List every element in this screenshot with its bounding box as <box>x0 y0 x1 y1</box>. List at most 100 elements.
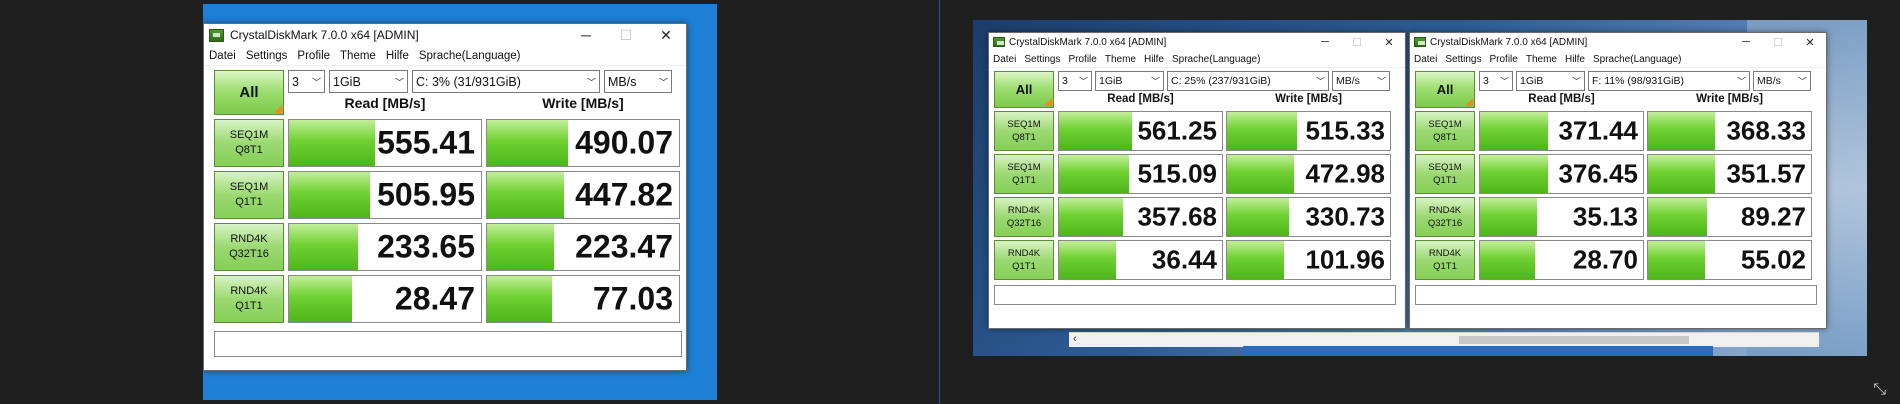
maximize-button[interactable]: ☐ <box>606 24 646 46</box>
menu-hilfe[interactable]: Hilfe <box>381 50 414 62</box>
minimize-button[interactable]: ─ <box>1730 33 1762 51</box>
test-button[interactable]: SEQ1M Q8T1 <box>214 119 284 167</box>
scrollbar-thumb[interactable] <box>1459 336 1689 344</box>
crystaldiskmark-icon <box>209 28 224 42</box>
menu-settings[interactable]: Settings <box>1020 54 1064 65</box>
test-name: RND4K <box>1428 248 1462 259</box>
menu-datei[interactable]: Datei <box>989 54 1020 65</box>
all-button[interactable]: All <box>1415 71 1475 108</box>
menu-theme[interactable]: Theme <box>1522 54 1561 65</box>
test-name: RND4K <box>1428 205 1462 216</box>
drive-select[interactable]: C: 25% (237/931GiB) ﹀ <box>1167 71 1329 91</box>
menu-language[interactable]: Sprache(Language) <box>1168 54 1264 65</box>
menu-datei[interactable]: Datei <box>1410 54 1441 65</box>
horizontal-scrollbar[interactable]: ‹ <box>1069 332 1819 347</box>
test-button[interactable]: RND4K Q32T16 <box>994 197 1054 237</box>
minimize-button[interactable]: ─ <box>566 24 606 46</box>
test-button[interactable]: SEQ1M Q1T1 <box>994 154 1054 194</box>
read-result: 35.13 <box>1479 197 1644 237</box>
comment-field[interactable] <box>1415 285 1817 305</box>
resize-icon[interactable]: ⤡ <box>1873 382 1886 398</box>
test-params: Q1T1 <box>1433 261 1457 272</box>
test-size-select[interactable]: 1GiB ﹀ <box>329 70 408 93</box>
test-button[interactable]: SEQ1M Q8T1 <box>1415 111 1475 151</box>
menu-bar: Datei Settings Profile Theme Hilfe Sprac… <box>204 46 686 66</box>
write-result: 330.73 <box>1226 197 1391 237</box>
title-bar[interactable]: CrystalDiskMark 7.0.0 x64 [ADMIN] ─ ☐ ✕ <box>1410 33 1826 51</box>
benchmark-row: RND4K Q32T16 233.65 223.47 <box>214 223 680 271</box>
write-header: Write [MB/s] <box>1696 93 1763 105</box>
test-name: SEQ1M <box>229 181 269 193</box>
test-button[interactable]: SEQ1M Q1T1 <box>214 171 284 219</box>
write-bar <box>1648 198 1707 236</box>
scroll-left-icon[interactable]: ‹ <box>1073 333 1077 345</box>
all-button[interactable]: All <box>994 71 1054 108</box>
test-button[interactable]: RND4K Q1T1 <box>214 275 284 323</box>
test-size-select[interactable]: 1GiB ﹀ <box>1516 71 1585 91</box>
close-button[interactable]: ✕ <box>1373 33 1405 51</box>
test-button[interactable]: RND4K Q1T1 <box>994 240 1054 280</box>
drive-select[interactable]: C: 3% (31/931GiB) ﹀ <box>412 70 600 93</box>
test-params: Q1T1 <box>1012 175 1036 186</box>
test-count-select[interactable]: 3 ﹀ <box>1479 71 1513 91</box>
comment-field[interactable] <box>214 331 682 357</box>
test-count-select[interactable]: 3 ﹀ <box>1058 71 1092 91</box>
benchmark-row: SEQ1M Q1T1 505.95 447.82 <box>214 171 680 219</box>
menu-theme[interactable]: Theme <box>1101 54 1140 65</box>
crystaldiskmark-icon <box>1414 37 1426 47</box>
drive-select[interactable]: F: 11% (98/931GiB) ﹀ <box>1588 71 1750 91</box>
unit-select[interactable]: MB/s ﹀ <box>1332 71 1390 91</box>
read-value: 357.68 <box>1137 201 1217 232</box>
write-result: 368.33 <box>1647 111 1812 151</box>
read-bar <box>289 276 353 322</box>
maximize-button[interactable]: ☐ <box>1762 33 1794 51</box>
menu-theme[interactable]: Theme <box>335 50 381 62</box>
test-params: Q32T16 <box>1427 218 1463 229</box>
read-value: 505.95 <box>377 176 475 213</box>
read-bar <box>289 172 370 218</box>
minimize-button[interactable]: ─ <box>1309 33 1341 51</box>
test-count-select[interactable]: 3 ﹀ <box>288 70 325 93</box>
crystaldiskmark-icon <box>993 37 1005 47</box>
test-button[interactable]: RND4K Q32T16 <box>214 223 284 271</box>
test-size-select[interactable]: 1GiB ﹀ <box>1095 71 1164 91</box>
read-value: 35.13 <box>1572 201 1638 232</box>
test-button[interactable]: RND4K Q32T16 <box>1415 197 1475 237</box>
test-size-value: 1GiB <box>1520 75 1544 87</box>
read-bar <box>1059 112 1133 150</box>
all-button[interactable]: All <box>214 70 284 115</box>
benchmark-row: SEQ1M Q8T1 371.44 368.33 <box>1415 111 1821 151</box>
crystaldiskmark-window: CrystalDiskMark 7.0.0 x64 [ADMIN] ─ ☐ ✕ … <box>1409 32 1827 329</box>
menu-language[interactable]: Sprache(Language) <box>414 50 526 62</box>
comment-field[interactable] <box>994 285 1396 305</box>
test-button[interactable]: RND4K Q1T1 <box>1415 240 1475 280</box>
title-bar[interactable]: CrystalDiskMark 7.0.0 x64 [ADMIN] ─ ☐ ✕ <box>989 33 1405 51</box>
write-value: 515.33 <box>1305 115 1385 146</box>
title-bar[interactable]: CrystalDiskMark 7.0.0 x64 [ADMIN] ─ ☐ ✕ <box>204 24 686 46</box>
menu-language[interactable]: Sprache(Language) <box>1589 54 1685 65</box>
unit-select[interactable]: MB/s ﹀ <box>1753 71 1811 91</box>
menu-datei[interactable]: Datei <box>204 50 241 62</box>
write-header: Write [MB/s] <box>1275 93 1342 105</box>
read-value: 555.41 <box>377 124 475 161</box>
menu-hilfe[interactable]: Hilfe <box>1561 54 1589 65</box>
menu-profile[interactable]: Profile <box>292 50 335 62</box>
menu-settings[interactable]: Settings <box>241 50 293 62</box>
menu-settings[interactable]: Settings <box>1441 54 1485 65</box>
test-button[interactable]: SEQ1M Q8T1 <box>994 111 1054 151</box>
maximize-button[interactable]: ☐ <box>1341 33 1373 51</box>
read-result: 515.09 <box>1058 154 1223 194</box>
unit-select[interactable]: MB/s ﹀ <box>604 70 672 93</box>
menu-profile[interactable]: Profile <box>1486 54 1522 65</box>
menu-hilfe[interactable]: Hilfe <box>1140 54 1168 65</box>
menu-bar: Datei Settings Profile Theme Hilfe Sprac… <box>1410 51 1826 68</box>
benchmark-row: SEQ1M Q8T1 561.25 515.33 <box>994 111 1400 151</box>
test-params: Q8T1 <box>235 144 263 156</box>
menu-profile[interactable]: Profile <box>1065 54 1101 65</box>
test-button[interactable]: SEQ1M Q1T1 <box>1415 154 1475 194</box>
write-result: 515.33 <box>1226 111 1391 151</box>
write-value: 330.73 <box>1305 201 1385 232</box>
taskbar-strip <box>1243 346 1713 356</box>
close-button[interactable]: ✕ <box>1794 33 1826 51</box>
close-button[interactable]: ✕ <box>646 24 686 46</box>
